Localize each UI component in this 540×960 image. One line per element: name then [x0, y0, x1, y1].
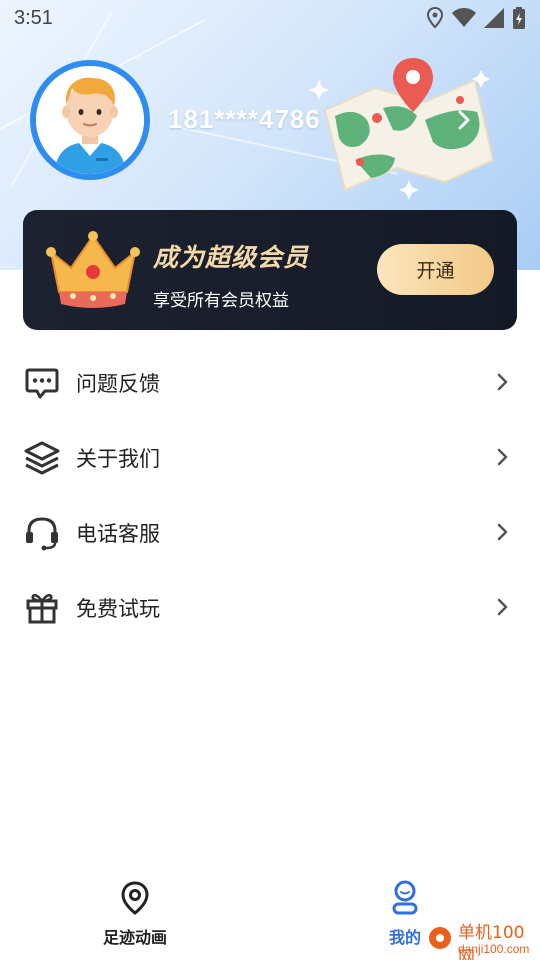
- signal-icon: [484, 8, 504, 28]
- wifi-icon: [452, 8, 476, 28]
- status-time: 3:51: [14, 6, 53, 29]
- menu-label-free-trial: 免费试玩: [76, 596, 160, 621]
- chat-bubble-icon: [24, 365, 60, 401]
- menu-item-free-trial[interactable]: 免费试玩: [0, 570, 540, 645]
- vip-subtitle: 享受所有会员权益: [153, 291, 289, 311]
- menu-label-about: 关于我们: [76, 446, 160, 471]
- layers-icon: [24, 440, 60, 476]
- crown-icon: [43, 222, 143, 312]
- vip-card[interactable]: 成为超级会员 享受所有会员权益 开通: [23, 210, 517, 330]
- person-icon: [389, 880, 421, 920]
- menu-item-about[interactable]: 关于我们: [0, 420, 540, 495]
- menu-label-phone-support: 电话客服: [76, 521, 160, 546]
- location-pin-icon: [119, 880, 151, 920]
- watermark-logo: 单机100网 danji100.com: [420, 912, 540, 960]
- tab-footprint-animation[interactable]: 足迹动画: [75, 880, 195, 948]
- chevron-right-icon: [496, 522, 510, 542]
- status-icons: [426, 7, 526, 29]
- menu-item-feedback[interactable]: 问题反馈: [0, 345, 540, 420]
- chevron-right-icon: [496, 372, 510, 392]
- battery-charging-icon: [512, 7, 526, 29]
- chevron-right-icon: [496, 597, 510, 617]
- settings-menu: 问题反馈 关于我们 电话客服 免费试玩: [0, 345, 540, 645]
- boy-avatar-icon: [36, 66, 144, 174]
- menu-label-feedback: 问题反馈: [76, 371, 160, 396]
- profile-chevron-icon[interactable]: [452, 106, 476, 134]
- headset-icon: [24, 515, 60, 551]
- status-bar: 3:51: [0, 0, 540, 36]
- chevron-right-icon: [496, 447, 510, 467]
- location-icon: [426, 7, 444, 29]
- vip-title: 成为超级会员: [153, 244, 310, 272]
- phone-number[interactable]: 181****4786: [168, 104, 321, 135]
- avatar[interactable]: [30, 60, 150, 180]
- tab-label-mine: 我的: [388, 928, 421, 947]
- gift-icon: [24, 590, 60, 626]
- activate-vip-button[interactable]: 开通: [377, 244, 494, 295]
- menu-item-phone-support[interactable]: 电话客服: [0, 495, 540, 570]
- watermark-url: danji100.com: [458, 942, 530, 956]
- tab-label-footprint: 足迹动画: [102, 928, 167, 947]
- watermark-icon: [426, 924, 454, 952]
